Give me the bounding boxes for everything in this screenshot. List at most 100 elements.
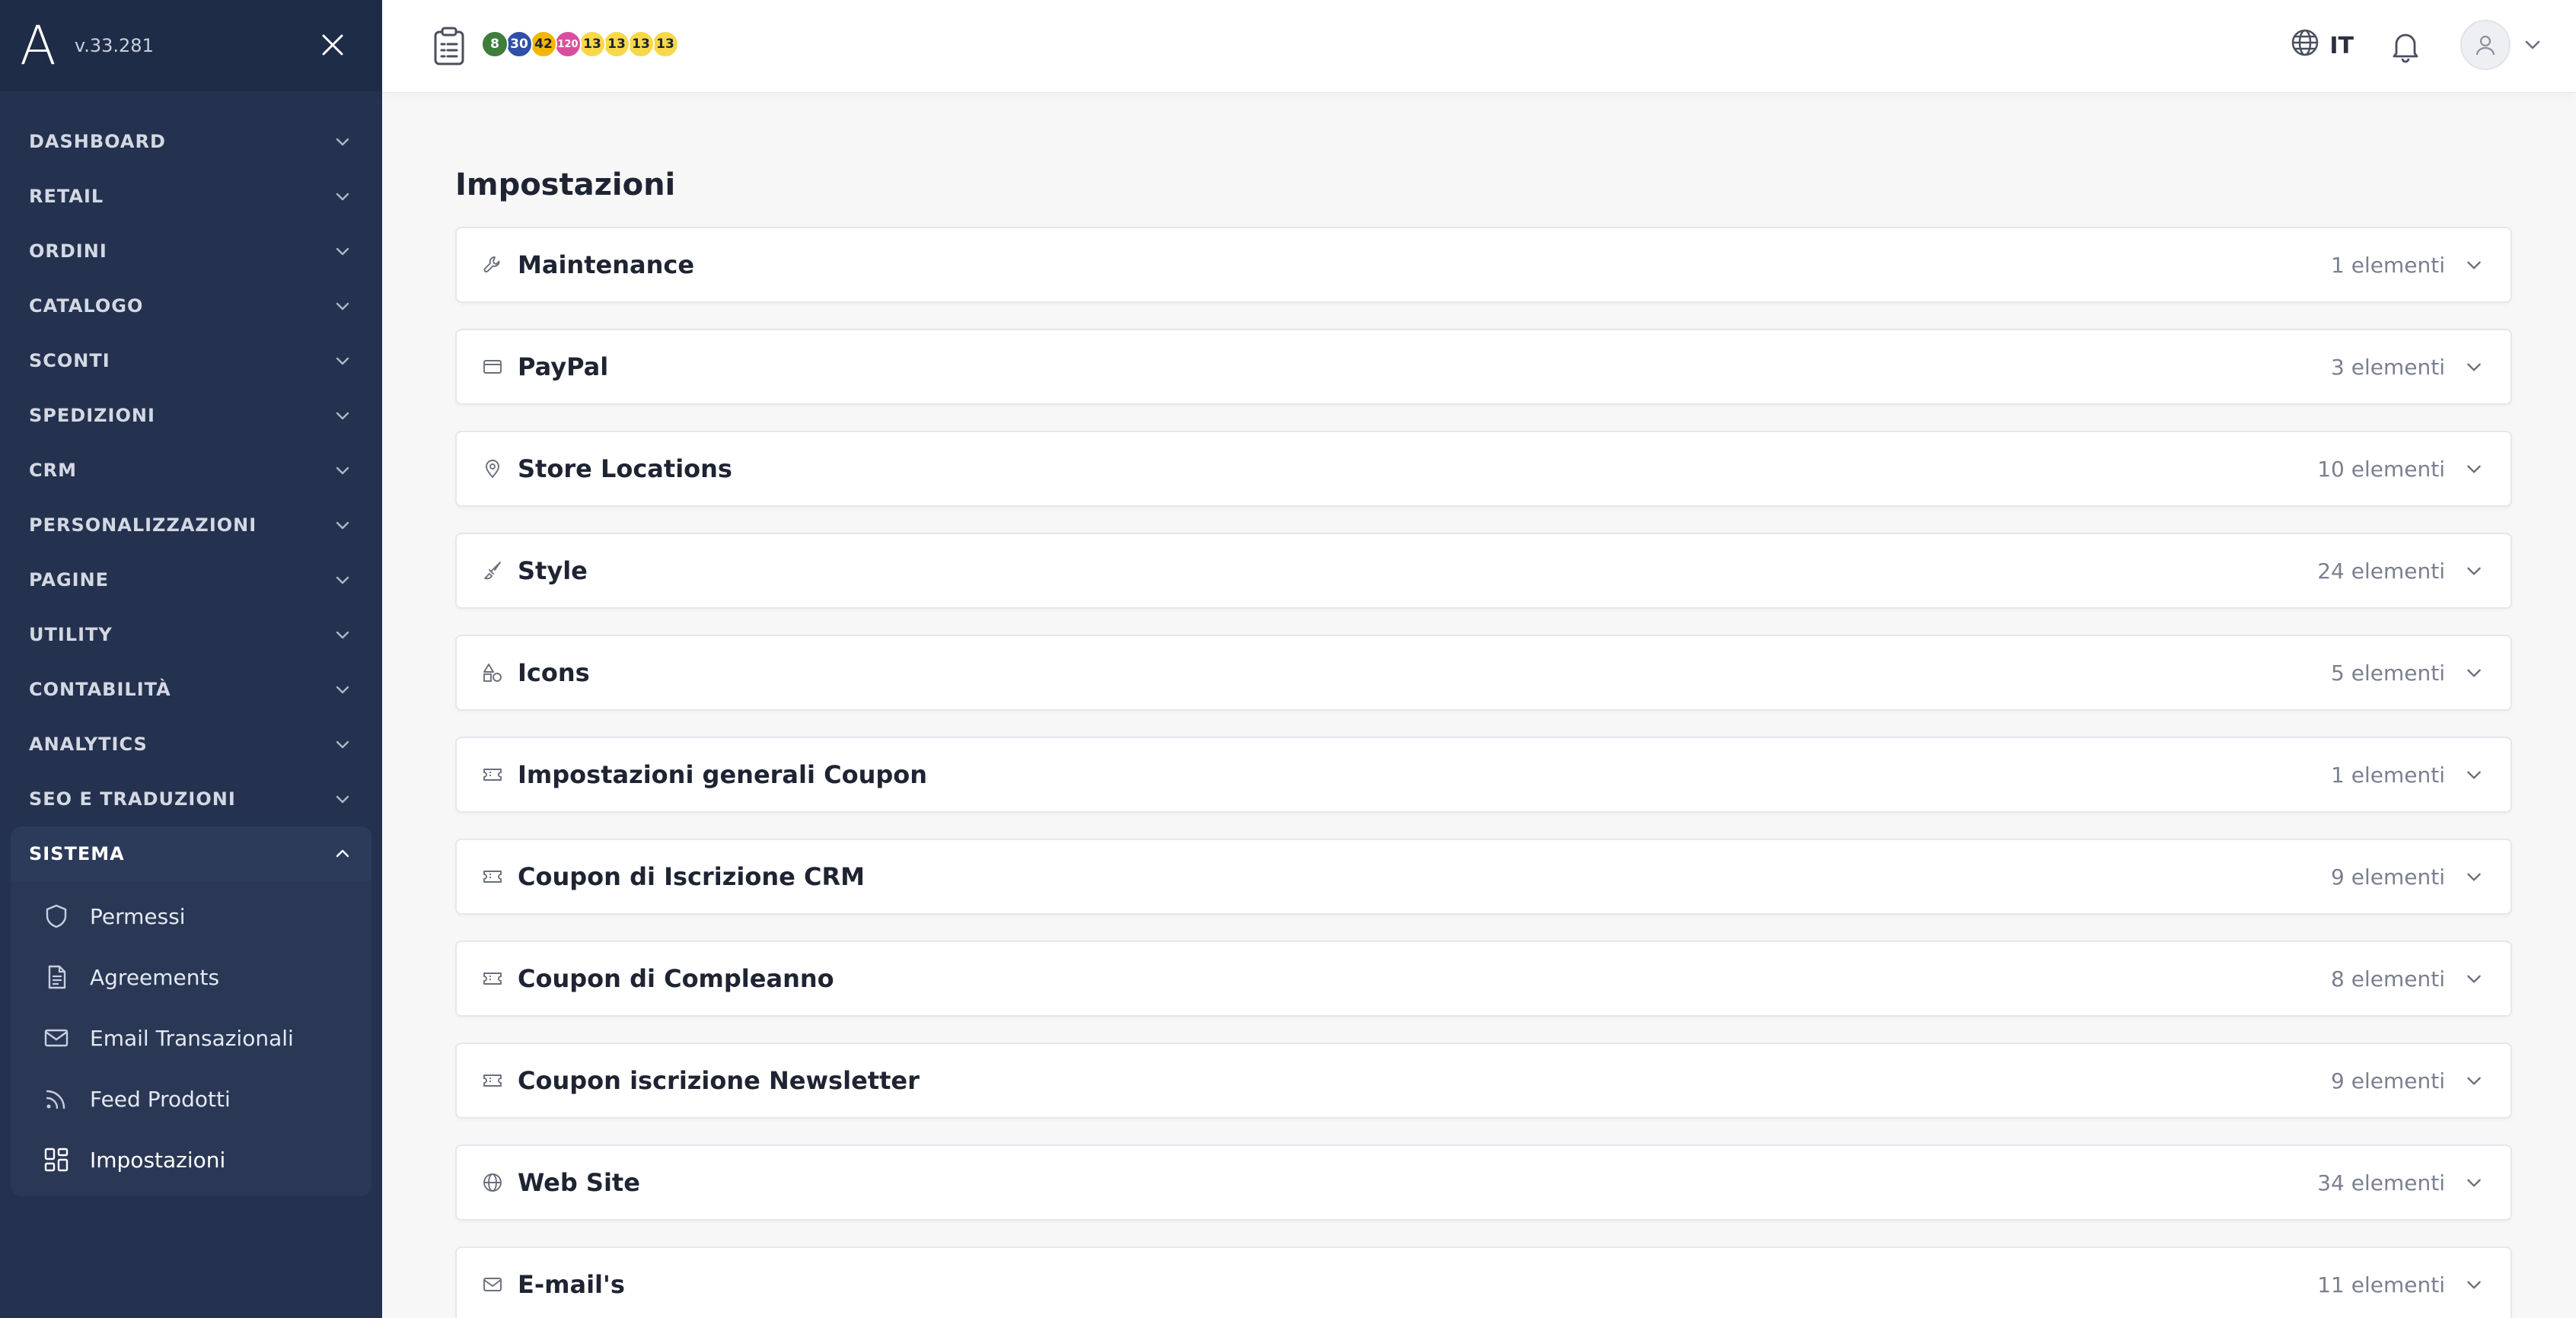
sidebar-item-label: SEO E TRADUZIONI [29, 788, 236, 810]
chevron-up-icon [332, 843, 353, 864]
language-label: IT [2329, 32, 2354, 59]
settings-row-title: Web Site [518, 1168, 640, 1197]
ticket-icon [481, 967, 504, 990]
chevron-down-icon [332, 350, 353, 371]
chevron-down-icon[interactable] [2463, 356, 2485, 377]
settings-row-title: Maintenance [518, 250, 695, 279]
sidebar-subitem-label: Feed Prodotti [90, 1086, 231, 1112]
sidebar-subitem-label: Permessi [90, 903, 186, 929]
chevron-down-icon [332, 624, 353, 645]
chevron-down-icon[interactable] [2463, 1070, 2485, 1091]
status-badge[interactable]: 8 [481, 30, 509, 58]
status-badge[interactable]: 13 [627, 30, 655, 58]
chevron-down-icon[interactable] [2463, 968, 2485, 989]
settings-row-store-locations[interactable]: Store Locations 10 elementi [455, 431, 2512, 507]
shield-icon [41, 901, 72, 931]
status-badge[interactable]: 13 [603, 30, 630, 58]
globe-icon [481, 1171, 504, 1194]
sidebar-item-label: CONTABILITÀ [29, 679, 171, 700]
settings-row-count: 10 elementi [2317, 456, 2445, 482]
status-badge[interactable]: 30 [505, 30, 533, 58]
settings-row-paypal[interactable]: PayPal 3 elementi [455, 329, 2512, 405]
sidebar-item-dashboard[interactable]: DASHBOARD [11, 114, 371, 169]
close-sidebar-icon[interactable] [314, 26, 352, 64]
settings-row-title: Coupon di Iscrizione CRM [518, 862, 865, 891]
ticket-icon [481, 763, 504, 786]
sidebar-item-ordini[interactable]: ORDINI [11, 224, 371, 279]
sidebar-item-retail[interactable]: RETAIL [11, 169, 371, 224]
status-badge[interactable]: 13 [652, 30, 679, 58]
sidebar-item-sconti[interactable]: SCONTI [11, 333, 371, 388]
sidebar-item-label: CRM [29, 460, 77, 481]
sidebar-item-utility[interactable]: UTILITY [11, 607, 371, 662]
sidebar-item-crm[interactable]: CRM [11, 443, 371, 498]
status-badge[interactable]: 120 [554, 30, 582, 58]
sidebar-subitem-impostazioni[interactable]: Impostazioni [11, 1129, 371, 1190]
chevron-down-icon [332, 131, 353, 152]
bell-icon[interactable] [2387, 27, 2424, 64]
settings-row-count: 9 elementi [2331, 1068, 2445, 1094]
chevron-down-icon[interactable] [2463, 662, 2485, 683]
settings-row-style[interactable]: Style 24 elementi [455, 533, 2512, 609]
app-logo[interactable]: A [20, 19, 56, 72]
sidebar-subitem-email-transazionali[interactable]: Email Transazionali [11, 1008, 371, 1068]
settings-row-coupon-iscrizione-newsletter[interactable]: Coupon iscrizione Newsletter 9 elementi [455, 1043, 2512, 1119]
chevron-down-icon [332, 405, 353, 426]
chevron-down-icon[interactable] [2463, 764, 2485, 785]
sidebar-item-label: SPEDIZIONI [29, 405, 155, 426]
settings-row-coupon-di-iscrizione-crm[interactable]: Coupon di Iscrizione CRM 9 elementi [455, 839, 2512, 915]
chevron-down-icon[interactable] [2463, 1172, 2485, 1193]
user-icon [2476, 35, 2495, 56]
language-selector[interactable]: IT [2290, 27, 2354, 64]
settings-row-coupon-di-compleanno[interactable]: Coupon di Compleanno 8 elementi [455, 941, 2512, 1017]
settings-row-count: 24 elementi [2317, 558, 2445, 584]
settings-row-maintenance[interactable]: Maintenance 1 elementi [455, 227, 2512, 303]
card-icon [481, 355, 504, 378]
chevron-down-icon[interactable] [2521, 33, 2544, 56]
main-content: Impostazioni Maintenance 1 elementi PayPal… [455, 93, 2512, 1318]
status-badges: 8 30 42 120 13 13 13 13 [481, 30, 679, 58]
sidebar-item-analytics[interactable]: ANALYTICS [11, 717, 371, 772]
sidebar-item-contabilit-[interactable]: CONTABILITÀ [11, 662, 371, 717]
settings-row-e-mail-s[interactable]: E-mail's 11 elementi [455, 1246, 2512, 1318]
status-badge[interactable]: 42 [530, 30, 557, 58]
sidebar-item-seo-e-traduzioni[interactable]: SEO E TRADUZIONI [11, 772, 371, 826]
settings-list: Maintenance 1 elementi PayPal 3 elementi Sto… [455, 227, 2512, 1318]
settings-row-web-site[interactable]: Web Site 34 elementi [455, 1144, 2512, 1221]
app-version: v.33.281 [74, 35, 154, 56]
chevron-down-icon [332, 295, 353, 317]
sidebar-subitem-label: Impostazioni [90, 1147, 226, 1173]
sidebar-item-label: PERSONALIZZAZIONI [29, 514, 257, 536]
settings-row-count: 11 elementi [2317, 1272, 2445, 1297]
settings-row-title: Coupon di Compleanno [518, 964, 834, 993]
sidebar-menu: DASHBOARD RETAIL ORDINI CATALOGO SCONTI SPEDI… [0, 91, 382, 1196]
sidebar-header: A v.33.281 [0, 0, 382, 91]
sidebar-item-label: DASHBOARD [29, 131, 166, 152]
settings-row-impostazioni-generali-coupon[interactable]: Impostazioni generali Coupon 1 elementi [455, 737, 2512, 813]
sidebar-submenu-sistema: Permessi Agreements Email Transazionali Fee… [11, 881, 371, 1196]
chevron-down-icon [332, 240, 353, 262]
sidebar-subitem-agreements[interactable]: Agreements [11, 947, 371, 1008]
clipboard-icon[interactable] [431, 26, 467, 67]
chevron-down-icon [332, 679, 353, 700]
page-title: Impostazioni [455, 167, 676, 202]
chevron-down-icon[interactable] [2463, 254, 2485, 275]
chevron-down-icon [332, 186, 353, 207]
sidebar-item-catalogo[interactable]: CATALOGO [11, 279, 371, 333]
settings-row-icons[interactable]: Icons 5 elementi [455, 635, 2512, 711]
status-badge[interactable]: 13 [579, 30, 606, 58]
sidebar-item-pagine[interactable]: PAGINE [11, 552, 371, 607]
chevron-down-icon[interactable] [2463, 1274, 2485, 1295]
sidebar-subitem-feed-prodotti[interactable]: Feed Prodotti [11, 1068, 371, 1129]
sidebar-subitem-label: Email Transazionali [90, 1025, 294, 1051]
sidebar-item-sistema[interactable]: SISTEMA [11, 826, 371, 881]
settings-row-title: PayPal [518, 352, 609, 381]
sidebar-item-personalizzazioni[interactable]: PERSONALIZZAZIONI [11, 498, 371, 552]
sidebar-item-label: SCONTI [29, 350, 110, 371]
sidebar-item-spedizioni[interactable]: SPEDIZIONI [11, 388, 371, 443]
sidebar-subitem-permessi[interactable]: Permessi [11, 886, 371, 947]
chevron-down-icon[interactable] [2463, 458, 2485, 479]
chevron-down-icon[interactable] [2463, 560, 2485, 581]
user-avatar[interactable] [2460, 20, 2511, 70]
chevron-down-icon[interactable] [2463, 866, 2485, 887]
